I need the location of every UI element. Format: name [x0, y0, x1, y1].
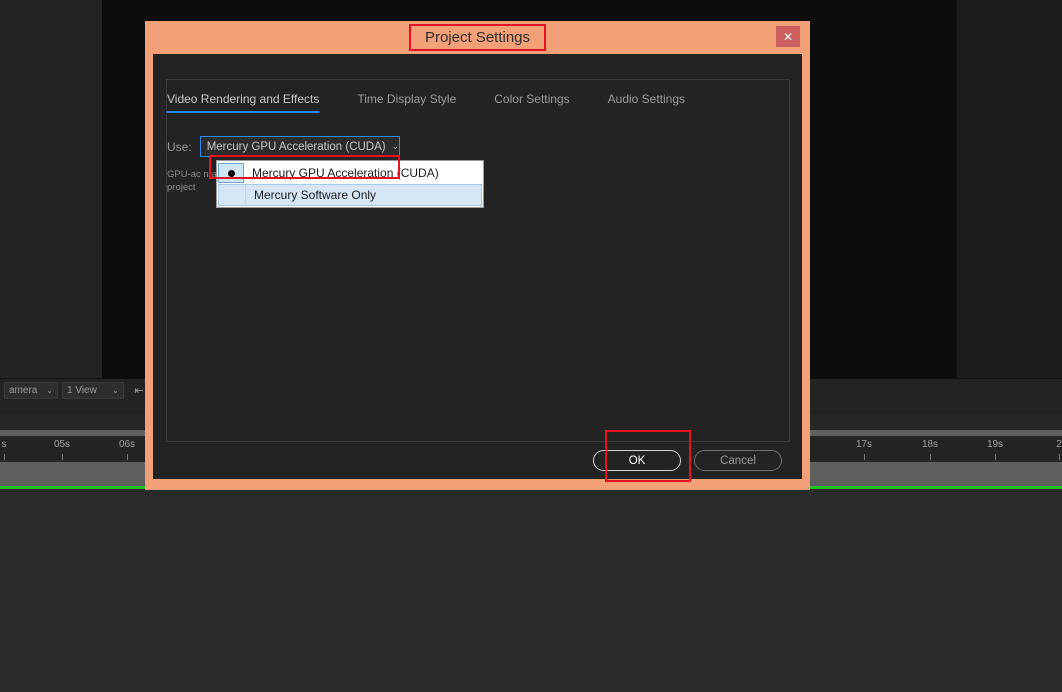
dialog-title-wrapper: Project Settings — [145, 21, 810, 54]
cancel-button[interactable]: Cancel — [694, 450, 782, 471]
settings-panel — [166, 79, 790, 442]
renderer-dropdown-list: Mercury GPU Acceleration (CUDA) Mercury … — [216, 160, 484, 208]
unselected-radio-icon — [219, 185, 246, 205]
ruler-tick-label: s — [1, 439, 7, 450]
dropdown-option-mercury-gpu-acceleration-cuda[interactable]: Mercury GPU Acceleration (CUDA) — [218, 162, 482, 184]
export-frame-glyph: ⇤ — [134, 384, 144, 397]
renderer-use-row: Use: Mercury GPU Acceleration (CUDA) ⌄ — [167, 136, 400, 157]
timeline-lower-area — [0, 489, 1062, 692]
chevron-down-icon: ⌄ — [46, 385, 53, 395]
ruler-tick-label: 18s — [921, 439, 939, 450]
ruler-tick-mark — [864, 454, 865, 460]
ruler-tick-label: 2 — [1056, 439, 1062, 450]
monitor-right-gutter — [957, 0, 1062, 378]
tab-audio-settings[interactable]: Audio Settings — [608, 92, 685, 111]
chevron-down-icon: ⌄ — [112, 385, 119, 395]
settings-tab-bar: Video Rendering and Effects Time Display… — [167, 92, 723, 118]
camera-dropdown-label: amera — [9, 384, 38, 396]
project-settings-dialog: Project Settings ✕ Video Rendering and E… — [145, 21, 810, 490]
dialog-body: Video Rendering and Effects Time Display… — [153, 54, 802, 479]
camera-dropdown[interactable]: amera ⌄ — [4, 381, 58, 399]
ruler-tick-mark — [1059, 454, 1060, 460]
dropdown-option-mercury-software-only[interactable]: Mercury Software Only — [218, 184, 482, 206]
effect-controls-panel — [0, 0, 102, 378]
dialog-footer: OK Cancel — [593, 450, 782, 471]
view-count-dropdown[interactable]: 1 View ⌄ — [62, 381, 124, 399]
ruler-tick-mark — [995, 454, 996, 460]
use-label: Use: — [167, 139, 192, 154]
ruler-tick-label: 19s — [986, 439, 1004, 450]
ruler-tick-mark — [930, 454, 931, 460]
ok-button[interactable]: OK — [593, 450, 681, 471]
dropdown-option-label: Mercury Software Only — [254, 188, 377, 202]
tab-color-settings[interactable]: Color Settings — [494, 92, 569, 111]
close-icon[interactable]: ✕ — [776, 26, 800, 47]
ruler-tick-mark — [127, 454, 128, 460]
renderer-select-value: Mercury GPU Acceleration (CUDA) — [206, 140, 386, 153]
renderer-select[interactable]: Mercury GPU Acceleration (CUDA) ⌄ — [199, 136, 400, 157]
dropdown-option-label: Mercury GPU Acceleration (CUDA) — [252, 166, 439, 180]
chevron-down-icon: ⌄ — [391, 141, 400, 151]
view-count-label: 1 View — [67, 384, 97, 396]
dialog-titlebar: Project Settings ✕ — [145, 21, 810, 54]
ruler-tick-label: 17s — [855, 439, 873, 450]
ruler-tick-mark — [62, 454, 63, 460]
selected-radio-icon — [218, 163, 244, 183]
ruler-tick-label: 06s — [118, 439, 136, 450]
tab-video-rendering-and-effects[interactable]: Video Rendering and Effects — [167, 92, 320, 113]
ruler-tick-label: 05s — [53, 439, 71, 450]
tab-time-display-style[interactable]: Time Display Style — [357, 92, 456, 111]
dialog-title: Project Settings — [408, 24, 547, 51]
ruler-tick-mark — [4, 454, 5, 460]
